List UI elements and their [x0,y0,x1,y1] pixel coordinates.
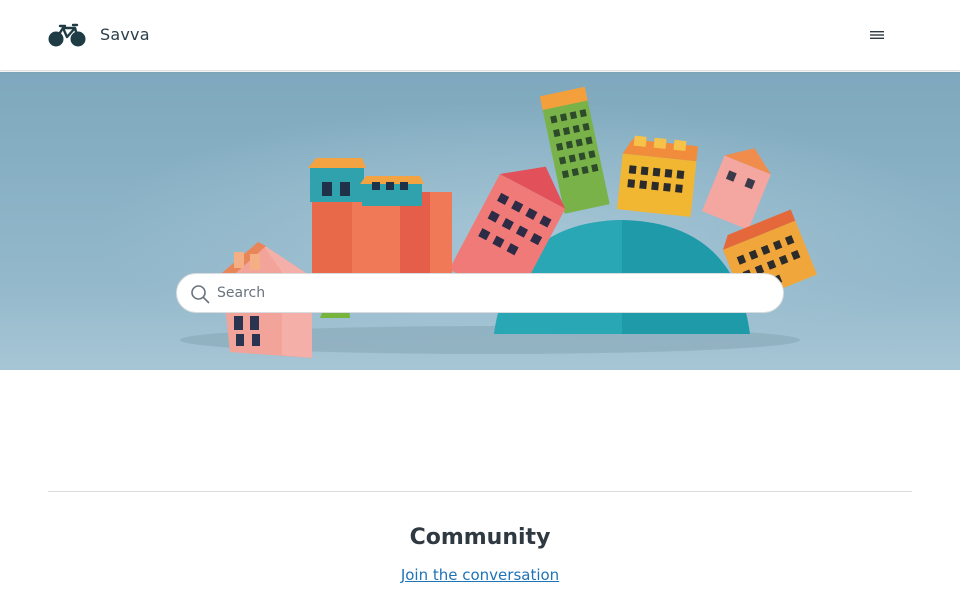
search-icon [191,285,210,304]
search-bar[interactable] [176,273,784,313]
search-input[interactable] [217,274,777,312]
brand-name[interactable]: Savva [100,25,150,44]
hero-banner [0,72,960,370]
community-link-wrapper: Join the conversation [0,566,960,584]
bicycle-icon[interactable] [48,22,86,48]
section-divider [48,491,912,492]
site-header: Savva [0,0,960,71]
hero-illustration [0,72,960,370]
join-conversation-link[interactable]: Join the conversation [401,566,559,584]
hamburger-menu-icon[interactable] [866,26,888,44]
community-heading: Community [409,525,551,550]
